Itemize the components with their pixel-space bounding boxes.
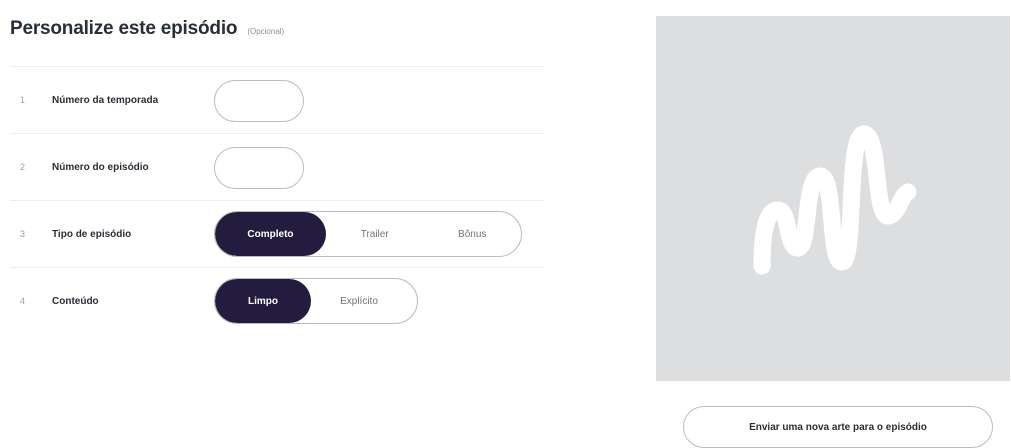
content-option-clean[interactable]: Limpo (215, 279, 311, 323)
episode-artwork (656, 16, 1010, 381)
episode-type-option-trailer[interactable]: Trailer (326, 212, 424, 256)
season-number-row: 1 Número da temporada (10, 66, 545, 133)
anchor-logo-icon (753, 125, 917, 274)
episode-type-option-bonus[interactable]: Bônus (423, 212, 521, 256)
episode-type-selector: Completo Trailer Bônus (214, 211, 522, 257)
row-number: 4 (20, 296, 26, 306)
episode-type-label: Tipo de episódio (52, 228, 132, 240)
optional-tag: (Opcional) (247, 27, 285, 36)
content-label: Conteúdo (52, 295, 99, 307)
episode-number-row: 2 Número do episódio (10, 133, 545, 200)
content-rating-selector: Limpo Explícito (214, 278, 418, 324)
section-header: Personalize este episódio (Opcional) (10, 18, 284, 40)
episode-settings-list: 1 Número da temporada 2 Número do episód… (10, 66, 545, 334)
row-number: 2 (20, 162, 26, 172)
content-option-explicit[interactable]: Explícito (311, 279, 407, 323)
row-number: 1 (20, 95, 26, 105)
episode-type-option-complete[interactable]: Completo (215, 212, 326, 256)
season-number-label: Número da temporada (52, 94, 159, 106)
season-number-input[interactable] (214, 80, 304, 122)
row-number: 3 (20, 229, 26, 239)
page-title: Personalize este episódio (10, 18, 238, 39)
episode-type-row: 3 Tipo de episódio Completo Trailer Bônu… (10, 200, 545, 267)
episode-number-input[interactable] (214, 147, 304, 189)
content-row: 4 Conteúdo Limpo Explícito (10, 267, 545, 334)
episode-number-label: Número do episódio (52, 161, 149, 173)
upload-artwork-button[interactable]: Enviar uma nova arte para o episódio (683, 406, 993, 448)
